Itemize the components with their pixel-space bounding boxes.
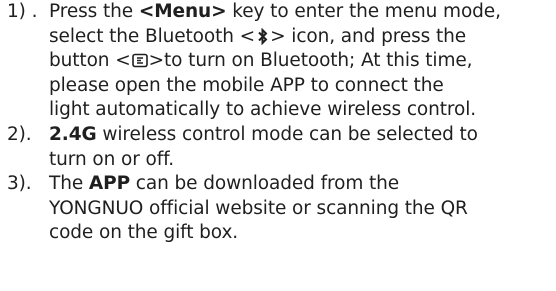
item-1-line-4: please open the mobile APP to connect th…	[49, 74, 444, 96]
power-button-icon	[131, 52, 149, 69]
instruction-item-3: 3). The APP can be downloaded from the Y…	[7, 172, 555, 246]
item-2-line-1: 2.4G wireless control mode can be select…	[49, 123, 478, 145]
item-number: 1) .	[7, 1, 38, 22]
item-number: 3).	[7, 173, 32, 195]
menu-key-label: <Menu>	[138, 1, 227, 22]
item-1-line-2: select the Bluetooth < > icon, and press …	[49, 25, 467, 47]
item-3-line-1: The APP can be downloaded from the	[49, 173, 400, 195]
instruction-list: 1) . Press the <Menu> key to enter the m…	[7, 0, 555, 246]
item-1-line-1: Press the <Menu> key to enter the menu m…	[49, 1, 501, 22]
app-label: APP	[88, 173, 131, 195]
item-1-line-5: light automatically to achieve wireless …	[49, 99, 477, 121]
instruction-item-2: 2). 2.4G wireless control mode can be se…	[7, 123, 555, 172]
item-2-line-2: turn on or off.	[49, 148, 174, 170]
item-number: 2).	[7, 123, 32, 145]
band-label: 2.4G	[49, 123, 97, 145]
item-1-line-3: button < >to turn on Bluetooth; At this t…	[49, 50, 473, 72]
bluetooth-icon	[255, 27, 270, 45]
item-3-line-3: code on the gift box.	[49, 222, 239, 244]
item-3-line-2: YONGNUO official website or scanning the…	[49, 197, 468, 219]
instruction-item-1: 1) . Press the <Menu> key to enter the m…	[7, 0, 555, 123]
